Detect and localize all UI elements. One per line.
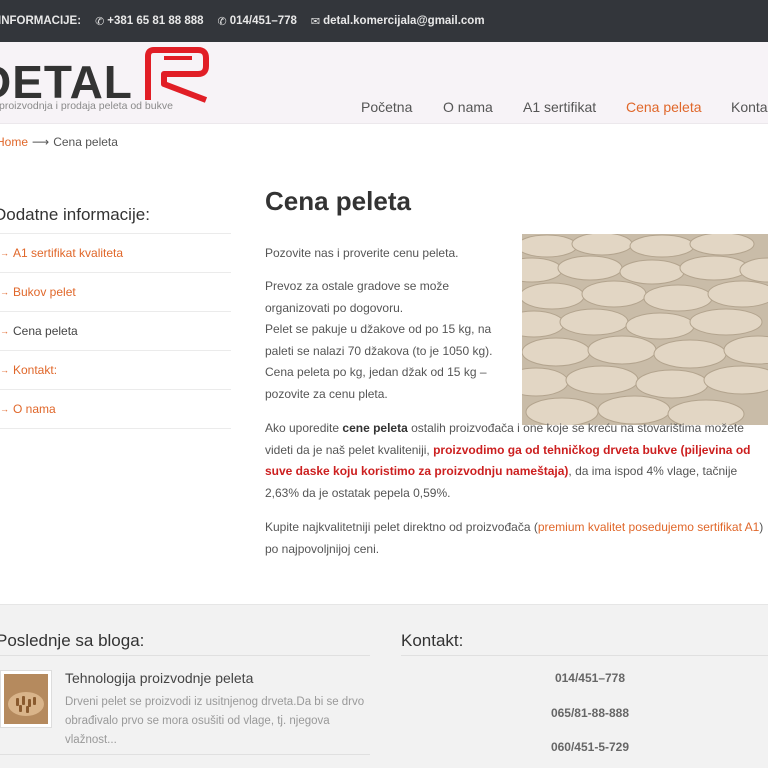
- contact-phone-1[interactable]: 014/451–778: [500, 671, 680, 685]
- pellet-bags-photo: [522, 234, 768, 425]
- a1-certificate-link[interactable]: premium kvalitet posedujemo sertifikat A…: [538, 520, 759, 534]
- blog-post-title[interactable]: Tehnologija proizvodnje peleta: [65, 670, 253, 686]
- purchase-text-a: Kupite najkvalitetniji pelet direktno od…: [265, 520, 538, 534]
- sidebar-item-kontakt[interactable]: → Kontakt:: [0, 351, 231, 390]
- arrow-right-icon: →: [0, 248, 9, 258]
- contact-section-title: Kontakt:: [401, 631, 464, 650]
- breadcrumb-home[interactable]: Home: [0, 135, 28, 149]
- nav-cena-peleta[interactable]: Cena peleta: [626, 99, 702, 115]
- phone-icon: ✆: [95, 15, 105, 28]
- arrow-right-icon: →: [0, 326, 9, 336]
- divider: [401, 655, 768, 656]
- main-nav: Početna O nama A1 sertifikat Cena peleta…: [0, 99, 768, 119]
- top-info-bar: INFORMACIJE: ✆ +381 65 81 88 888 ✆ 014/4…: [0, 0, 768, 42]
- site-footer: Poslednje sa bloga: Tehnologija proizvod…: [0, 604, 768, 768]
- envelope-icon: ✉: [310, 15, 321, 28]
- sidebar-item-bukov-pelet[interactable]: → Bukov pelet: [0, 273, 231, 312]
- phone-icon: ✆: [217, 15, 227, 28]
- comparison-paragraph: Ako uporedite cene peleta ostalih proizv…: [265, 418, 765, 504]
- intro-paragraph: Pozovite nas i proverite cenu peleta.: [265, 246, 459, 260]
- purchase-paragraph: Kupite najkvalitetniji pelet direktno od…: [265, 517, 765, 560]
- sidebar-item-label: Bukov pelet: [13, 285, 76, 299]
- nav-o-nama[interactable]: O nama: [443, 99, 493, 115]
- arrow-right-icon: →: [0, 365, 9, 375]
- breadcrumb-arrow-icon: ⟶: [32, 135, 50, 149]
- nav-kontakt[interactable]: Kontakt: [731, 99, 768, 115]
- delivery-paragraph: Prevoz za ostale gradove se može organiz…: [265, 276, 515, 405]
- sidebar-item-a1-sertifikat[interactable]: → A1 sertifikat kvaliteta: [0, 234, 231, 273]
- sidebar: Dodatne informacije: → A1 sertifikat kval…: [0, 205, 231, 429]
- contact-phone-2[interactable]: 065/81-88-888: [500, 706, 680, 720]
- phone-mobile[interactable]: ✆ +381 65 81 88 888: [91, 15, 203, 28]
- pellet-bags-image: [522, 234, 768, 425]
- email-link[interactable]: ✉ detal.komercijala@gmail.com: [307, 15, 485, 28]
- phone-landline-text: 014/451–778: [229, 15, 297, 27]
- site-header: DETAL proizvodnja i prodaja peleta od bu…: [0, 42, 768, 124]
- sidebar-item-cena-peleta[interactable]: → Cena peleta: [0, 312, 231, 351]
- sidebar-title: Dodatne informacije:: [0, 205, 231, 234]
- phone-mobile-text: +381 65 81 88 888: [107, 15, 204, 27]
- info-label: INFORMACIJE:: [0, 15, 81, 27]
- contact-phone-3[interactable]: 060/451-5-729: [500, 740, 680, 754]
- info-label-text: INFORMACIJE:: [0, 15, 82, 27]
- comparison-bold: cene peleta: [342, 421, 408, 435]
- email-text: detal.komercijala@gmail.com: [323, 15, 485, 27]
- pellets-in-hands-image: [4, 674, 48, 724]
- packaging-text: Pelet se pakuje u džakove od po 15 kg, n…: [265, 322, 493, 358]
- arrow-right-icon: →: [0, 287, 9, 297]
- page-title: Cena peleta: [265, 186, 411, 216]
- sidebar-item-label: O nama: [13, 402, 56, 416]
- sidebar-item-label: Kontakt:: [13, 363, 58, 377]
- breadcrumb: Home ⟶ Cena peleta: [0, 135, 118, 149]
- sidebar-item-label: A1 sertifikat kvaliteta: [13, 246, 124, 260]
- sidebar-item-label: Cena peleta: [13, 324, 78, 338]
- arrow-right-icon: →: [0, 404, 9, 414]
- nav-pocetna[interactable]: Početna: [361, 99, 412, 115]
- nav-a1-sertifikat[interactable]: A1 sertifikat: [523, 99, 596, 115]
- divider: [0, 655, 370, 656]
- blog-post-excerpt: Drveni pelet se proizvodi iz usitnjenog …: [65, 696, 365, 746]
- sidebar-item-o-nama[interactable]: → O nama: [0, 390, 231, 429]
- breadcrumb-current: Cena peleta: [53, 135, 118, 149]
- delivery-text: Prevoz za ostale gradove se može organiz…: [265, 279, 450, 315]
- price-text: Cena peleta po kg, jedan džak od 15 kg –…: [265, 365, 487, 401]
- blog-post-thumbnail[interactable]: [0, 670, 52, 728]
- blog-section-title: Poslednje sa bloga:: [0, 631, 145, 650]
- divider: [0, 754, 370, 755]
- phone-landline[interactable]: ✆ 014/451–778: [214, 15, 297, 28]
- sidebar-list: → A1 sertifikat kvaliteta → Bukov pelet → C…: [0, 234, 231, 429]
- comparison-text-a: Ako uporedite: [265, 421, 343, 435]
